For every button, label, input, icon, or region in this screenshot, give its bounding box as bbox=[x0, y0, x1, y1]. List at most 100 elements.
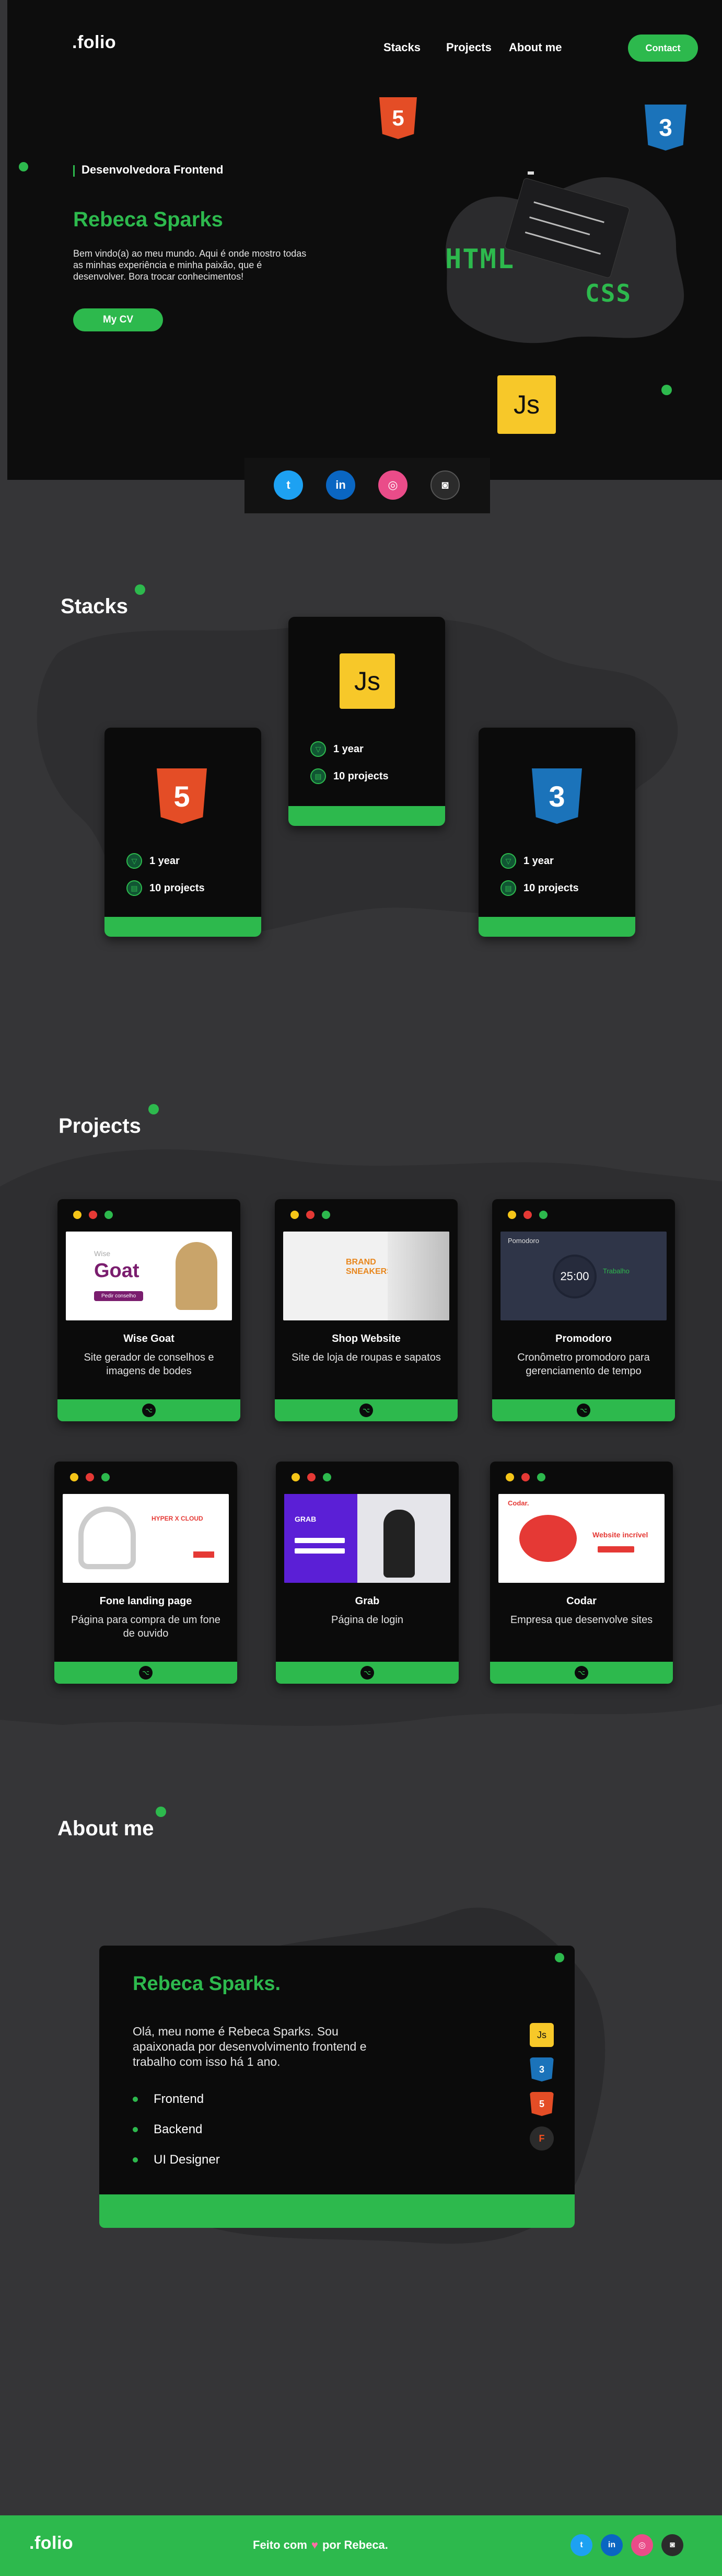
footer-credit: Feito com ♥ por Rebeca. bbox=[253, 2538, 388, 2551]
github-icon[interactable]: ⌥ bbox=[577, 1404, 590, 1417]
stack-projects: ▤ 10 projects bbox=[500, 880, 579, 896]
decor-dot bbox=[148, 1104, 159, 1114]
stack-card-footer bbox=[104, 917, 261, 937]
illustration-person bbox=[519, 1515, 577, 1562]
project-card-shop-website[interactable]: BRAND SNEAKERS Shop Website Site de loja… bbox=[275, 1199, 458, 1421]
linkedin-icon[interactable]: in bbox=[326, 470, 355, 500]
heart-icon: ♥ bbox=[311, 2538, 318, 2551]
project-footer: ⌥ bbox=[275, 1399, 458, 1421]
nav-projects[interactable]: Projects bbox=[446, 41, 492, 54]
hero-intro-text: Bem vindo(a) ao meu mundo. Aqui é onde m… bbox=[73, 248, 307, 282]
javascript-icon: Js bbox=[497, 375, 556, 434]
github-icon[interactable]: ⌥ bbox=[139, 1666, 153, 1680]
twitter-icon[interactable]: t bbox=[274, 470, 303, 500]
github-icon[interactable]: ⌥ bbox=[359, 1404, 373, 1417]
project-card-wise-goat[interactable]: Wise Goat Pedir conselho Wise Goat Site … bbox=[57, 1199, 240, 1421]
header-logo[interactable]: .folio bbox=[72, 32, 116, 53]
window-controls bbox=[506, 1473, 545, 1481]
stack-projects: ▤ 10 projects bbox=[126, 880, 205, 896]
project-screenshot: Wise Goat Pedir conselho bbox=[66, 1232, 232, 1320]
nav-about-me[interactable]: About me bbox=[509, 41, 562, 54]
skill-item: UI Designer bbox=[133, 2153, 220, 2167]
project-footer: ⌥ bbox=[276, 1662, 459, 1684]
project-name: Promodoro bbox=[555, 1333, 612, 1344]
decor-dot bbox=[555, 1953, 564, 1962]
css-word-graphic: CSS bbox=[585, 279, 632, 307]
instagram-icon[interactable]: ◙ bbox=[661, 2534, 683, 2556]
html-word-graphic: HTML bbox=[445, 244, 515, 275]
twitter-icon[interactable]: t bbox=[570, 2534, 592, 2556]
contact-button[interactable]: Contact bbox=[628, 34, 698, 62]
model-photo bbox=[388, 1232, 449, 1320]
stacks-section-title: Stacks bbox=[61, 595, 128, 618]
css3-icon: 3 bbox=[645, 105, 686, 151]
project-card-grab[interactable]: GRAB Grab Página de login ⌥ bbox=[276, 1462, 459, 1684]
github-icon[interactable]: ⌥ bbox=[142, 1404, 156, 1417]
project-screenshot: BRAND SNEAKERS bbox=[283, 1232, 449, 1320]
cta-button bbox=[598, 1546, 634, 1552]
my-cv-button[interactable]: My CV bbox=[73, 308, 163, 331]
trophy-icon: ▽ bbox=[500, 853, 516, 869]
css3-icon: 3 bbox=[532, 768, 582, 824]
linkedin-icon[interactable]: in bbox=[601, 2534, 623, 2556]
stack-card-css: 3 ▽ 1 year ▤ 10 projects bbox=[479, 728, 635, 937]
stack-card-javascript: Js ▽ 1 year ▤ 10 projects bbox=[288, 617, 445, 826]
window-controls bbox=[290, 1211, 330, 1219]
person-photo bbox=[383, 1510, 415, 1578]
project-footer: ⌥ bbox=[57, 1399, 240, 1421]
decor-dot bbox=[19, 162, 28, 171]
dribbble-icon[interactable]: ◎ bbox=[631, 2534, 653, 2556]
project-description: Empresa que desenvolve sites bbox=[510, 1614, 653, 1626]
skill-item: Backend bbox=[133, 2122, 202, 2137]
project-screenshot: HYPER X CLOUD bbox=[63, 1494, 229, 1583]
nav-stacks[interactable]: Stacks bbox=[383, 41, 421, 54]
window-controls bbox=[73, 1211, 113, 1219]
projects-section-title: Projects bbox=[59, 1114, 141, 1137]
buy-button bbox=[193, 1551, 214, 1558]
project-card-fone-landing-page[interactable]: HYPER X CLOUD Fone landing page Página p… bbox=[54, 1462, 237, 1684]
footer: .folio Feito com ♥ por Rebeca. t in ◎ ◙ bbox=[0, 2515, 722, 2576]
project-description: Página de login bbox=[331, 1614, 403, 1626]
project-footer: ⌥ bbox=[490, 1662, 673, 1684]
github-icon[interactable]: ⌥ bbox=[575, 1666, 588, 1680]
stack-card-footer bbox=[479, 917, 635, 937]
decor-dot bbox=[135, 584, 145, 595]
html5-icon: 5 bbox=[379, 97, 417, 139]
trophy-icon: ▽ bbox=[310, 741, 326, 757]
about-card-footer bbox=[99, 2194, 575, 2228]
folder-icon: ▤ bbox=[500, 880, 516, 896]
css3-icon: 3 bbox=[530, 2057, 554, 2082]
instagram-icon[interactable]: ◙ bbox=[430, 470, 460, 500]
window-controls bbox=[292, 1473, 331, 1481]
stack-card-html: 5 ▽ 1 year ▤ 10 projects bbox=[104, 728, 261, 937]
about-text: Olá, meu nome é Rebeca Sparks. Sou apaix… bbox=[133, 2025, 367, 2068]
javascript-icon: Js bbox=[530, 2023, 554, 2047]
html5-icon: 5 bbox=[157, 768, 207, 824]
footer-logo[interactable]: .folio bbox=[29, 2533, 73, 2554]
subtitle-marker bbox=[73, 165, 75, 177]
project-name: Codar bbox=[566, 1595, 597, 1607]
github-icon[interactable]: ⌥ bbox=[360, 1666, 374, 1680]
headphone-image bbox=[78, 1506, 136, 1569]
social-links-bar: t in ◎ ◙ bbox=[244, 458, 490, 513]
project-screenshot: Codar. Website incrível bbox=[498, 1494, 665, 1583]
folder-icon: ▤ bbox=[126, 880, 142, 896]
window-controls bbox=[508, 1211, 548, 1219]
dribbble-icon[interactable]: ◎ bbox=[378, 470, 407, 500]
project-description: Site de loja de roupas e sapatos bbox=[292, 1352, 441, 1363]
decor-dot bbox=[156, 1807, 166, 1817]
javascript-icon: Js bbox=[340, 653, 395, 709]
trophy-icon: ▽ bbox=[126, 853, 142, 869]
project-card-promodoro[interactable]: Pomodoro 25:00 Trabalho Promodoro Cronôm… bbox=[492, 1199, 675, 1421]
decor-dot bbox=[661, 385, 672, 395]
window-controls bbox=[70, 1473, 110, 1481]
goat-image bbox=[176, 1242, 217, 1310]
project-screenshot: GRAB bbox=[284, 1494, 450, 1583]
project-screenshot: Pomodoro 25:00 Trabalho bbox=[500, 1232, 667, 1320]
hero-section: .folio Stacks Projects About me Contact … bbox=[7, 0, 722, 480]
project-footer: ⌥ bbox=[492, 1399, 675, 1421]
figma-icon: F bbox=[530, 2126, 554, 2150]
project-card-codar[interactable]: Codar. Website incrível Codar Empresa qu… bbox=[490, 1462, 673, 1684]
project-name: Shop Website bbox=[332, 1333, 401, 1344]
project-description: Cronômetro promodoro para gerenciamento … bbox=[517, 1352, 650, 1377]
